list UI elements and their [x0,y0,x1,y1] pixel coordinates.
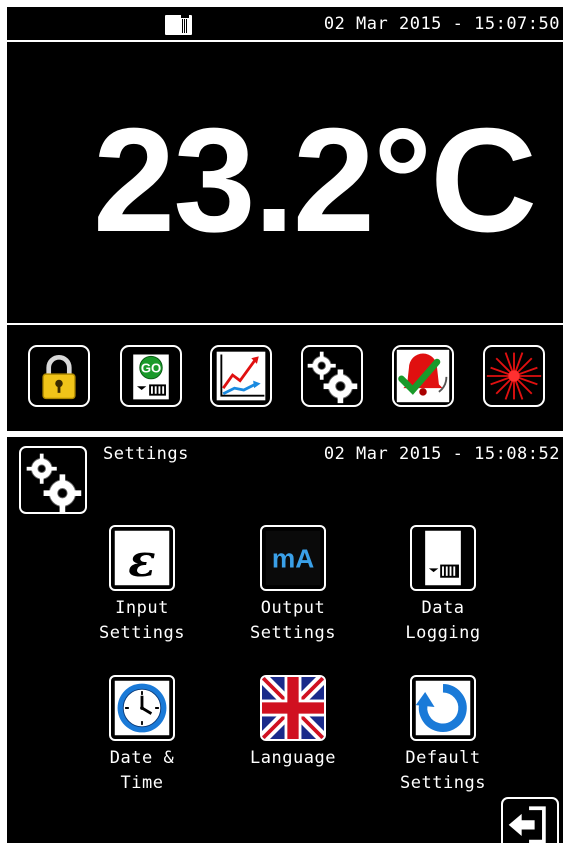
tile-label: Data Logging [405,598,481,643]
input-settings-tile[interactable]: ε Input Settings [72,525,212,646]
temperature-reading: 23.2°C [93,98,537,263]
status-datetime: 02 Mar 2015 - 15:08:52 [323,444,560,464]
status-divider [7,40,563,42]
settings-button[interactable] [301,345,363,407]
tile-label: Output Settings [250,598,336,643]
settings-header-icon [19,446,87,514]
reset-icon [410,675,476,741]
sd-go-icon: GO [133,354,169,400]
language-tile[interactable]: Language [223,675,363,771]
laser-button[interactable] [483,345,545,407]
tile-label: Language [250,748,336,768]
settings-screen: Settings 02 Mar 2015 - 15:08:52 ε Input S… [7,437,563,843]
epsilon-icon: ε [109,525,175,591]
uk-flag-icon [260,675,326,741]
bottom-toolbar: GO [7,345,563,415]
date-time-tile[interactable]: Date & Time [72,675,212,796]
tile-label: Date & Time [109,748,175,793]
svg-text:GO: GO [141,360,161,375]
logging-go-button[interactable]: GO [120,345,182,407]
sd-card-icon [410,525,476,591]
exit-button[interactable] [501,797,559,843]
laser-icon [486,352,542,400]
gears-icon [26,453,82,512]
data-logging-tile[interactable]: Data Logging [373,525,513,646]
page-title: Settings [103,444,189,464]
trend-chart-icon [216,351,266,401]
default-settings-tile[interactable]: Default Settings [373,675,513,796]
exit-icon [508,806,546,843]
milliamp-glyph: mA [272,543,314,573]
milliamp-icon: mA [260,525,326,591]
output-settings-tile[interactable]: mA Output Settings [223,525,363,646]
lock-button[interactable] [28,345,90,407]
alarm-button[interactable] [392,345,454,407]
status-datetime: 02 Mar 2015 - 15:07:50 [323,14,560,34]
alarm-check-icon [396,349,450,403]
sd-card-icon [165,15,192,35]
tile-label: Input Settings [99,598,185,643]
toolbar-divider [7,323,563,325]
clock-icon [109,675,175,741]
epsilon-glyph: ε [128,534,155,587]
trend-button[interactable] [210,345,272,407]
status-bar: 02 Mar 2015 - 15:07:50 [7,7,563,40]
measurement-screen: 02 Mar 2015 - 15:07:50 23.2°C GO [7,7,563,431]
gears-icon [307,351,358,404]
tile-label: Default Settings [400,748,486,793]
padlock-icon [42,355,76,400]
